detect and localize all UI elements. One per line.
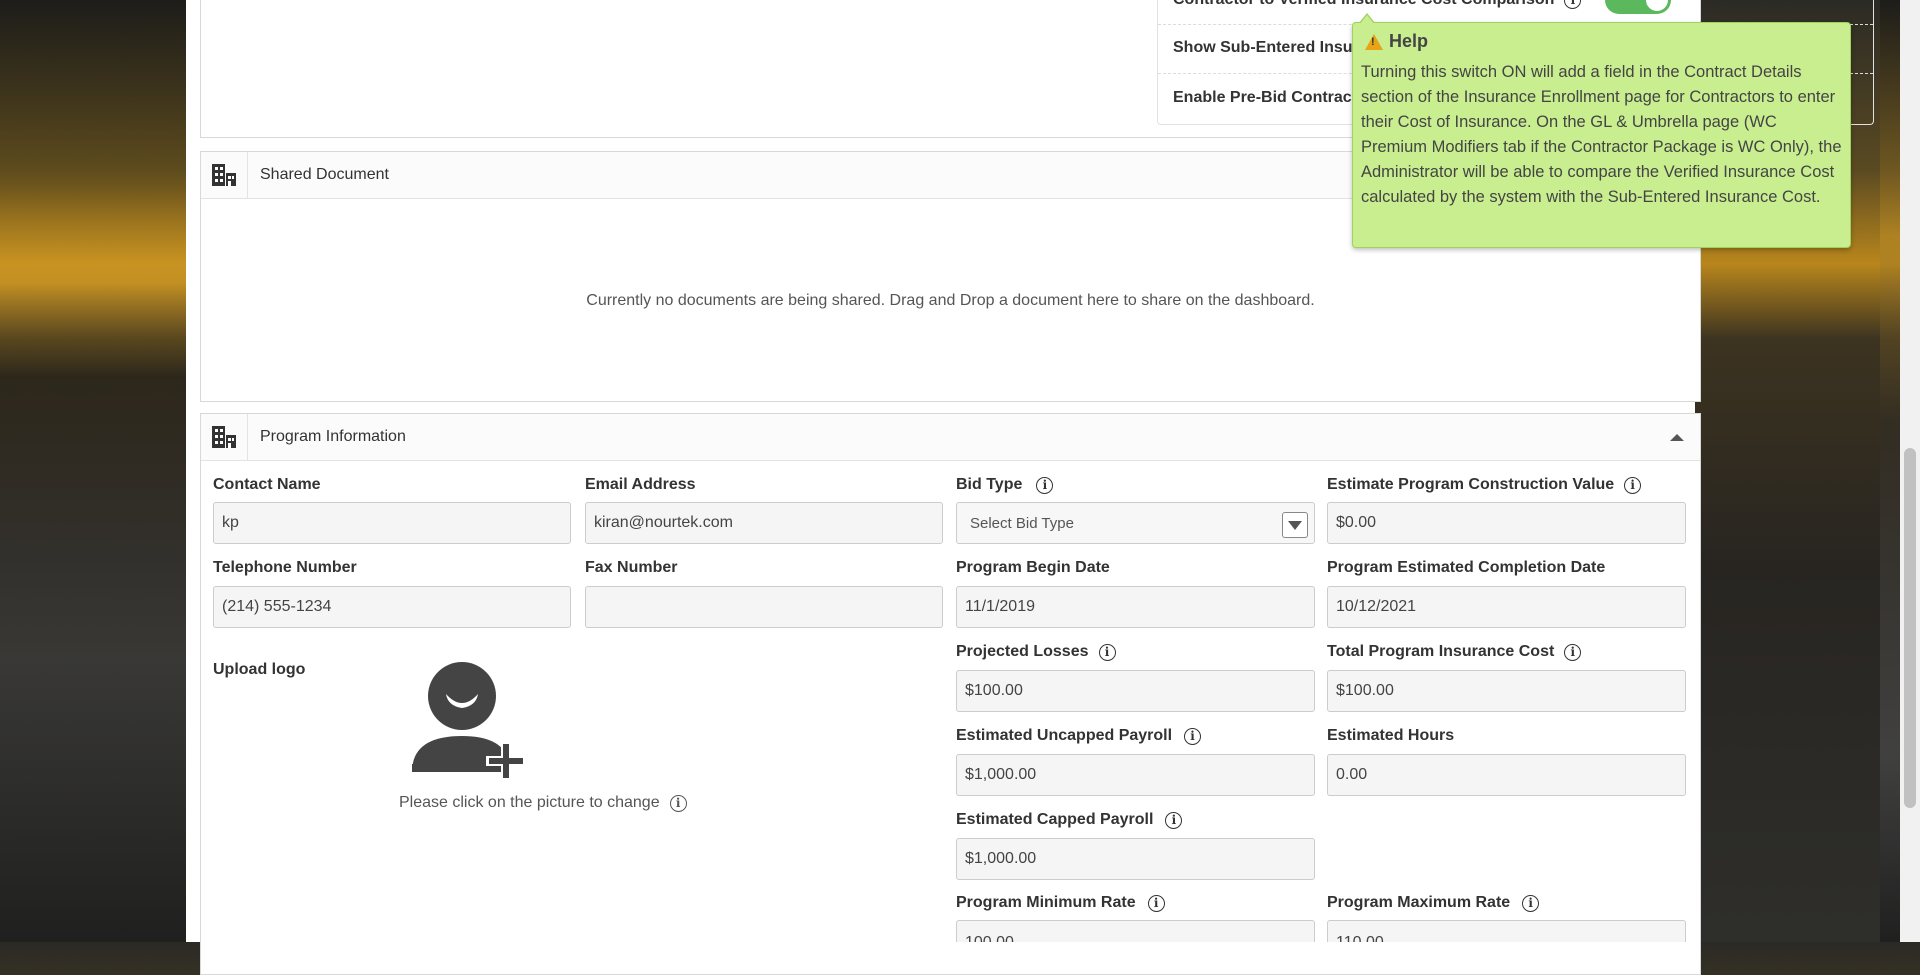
- estimated-uncapped-payroll-input[interactable]: $1,000.00: [956, 754, 1315, 796]
- chevron-up-icon[interactable]: [1670, 434, 1684, 441]
- projected-losses-label: Projected Losses i: [956, 643, 1116, 661]
- shared-document-dropzone[interactable]: Currently no documents are being shared.…: [201, 292, 1700, 310]
- setting-label: Contractor to Verified Insurance Cost Co…: [1173, 0, 1554, 9]
- help-tooltip: Help Turning this switch ON will add a f…: [1352, 13, 1851, 248]
- program-begin-date-label: Program Begin Date: [956, 559, 1110, 576]
- total-insurance-cost-input[interactable]: $100.00: [1327, 670, 1686, 712]
- upload-logo-label: Upload logo: [213, 661, 306, 678]
- email-address-label: Email Address: [585, 476, 696, 493]
- telephone-number-input[interactable]: (214) 555-1234: [213, 586, 571, 628]
- program-maximum-rate-label: Program Maximum Rate i: [1327, 894, 1540, 912]
- program-maximum-rate-input[interactable]: 110.00: [1327, 920, 1686, 942]
- help-body: Turning this switch ON will add a field …: [1361, 63, 1842, 206]
- info-icon[interactable]: i: [1624, 476, 1642, 494]
- background-scenery-left: [0, 0, 200, 942]
- info-icon[interactable]: i: [1184, 727, 1202, 745]
- fax-number-input[interactable]: [585, 586, 943, 628]
- building-icon: [201, 152, 248, 198]
- program-minimum-rate-label: Program Minimum Rate i: [956, 894, 1165, 912]
- bid-type-selected: Select Bid Type: [970, 514, 1074, 532]
- bid-type-label: Bid Type i: [956, 476, 1054, 494]
- info-icon[interactable]: i: [1564, 643, 1582, 661]
- user-add-icon[interactable]: [410, 660, 528, 782]
- estimate-construction-value-label: Estimate Program Construction Value i: [1327, 476, 1642, 494]
- estimated-uncapped-payroll-label: Estimated Uncapped Payroll i: [956, 727, 1202, 745]
- upload-hint: Please click on the picture to change i: [399, 794, 687, 812]
- bid-type-select[interactable]: Select Bid Type: [956, 502, 1315, 544]
- card-title: Program Information: [260, 428, 406, 445]
- estimated-hours-input[interactable]: 0.00: [1327, 754, 1686, 796]
- contact-name-label: Contact Name: [213, 476, 321, 493]
- telephone-number-label: Telephone Number: [213, 559, 357, 576]
- program-completion-date-label: Program Estimated Completion Date: [1327, 559, 1606, 576]
- card-header[interactable]: Program Information: [201, 414, 1700, 461]
- setting-row-verified-cost-comparison: Contractor to Verified Insurance Cost Co…: [1173, 0, 1582, 24]
- info-icon[interactable]: i: [1165, 811, 1183, 829]
- info-icon[interactable]: i: [1036, 476, 1054, 494]
- info-icon[interactable]: i: [1564, 0, 1582, 9]
- program-begin-date-input[interactable]: 11/1/2019: [956, 586, 1315, 628]
- info-icon[interactable]: i: [1098, 643, 1116, 661]
- page-scrollbar[interactable]: [1900, 0, 1920, 942]
- projected-losses-input[interactable]: $100.00: [956, 670, 1315, 712]
- help-title: Help: [1365, 31, 1842, 52]
- estimated-capped-payroll-input[interactable]: $1,000.00: [956, 838, 1315, 880]
- email-address-input[interactable]: kiran@nourtek.com: [585, 502, 943, 544]
- toggle-knob: [1646, 0, 1668, 11]
- estimated-capped-payroll-label: Estimated Capped Payroll i: [956, 811, 1183, 829]
- building-icon: [201, 414, 248, 460]
- program-minimum-rate-input[interactable]: 100.00: [956, 920, 1315, 942]
- contact-name-input[interactable]: kp: [213, 502, 571, 544]
- total-insurance-cost-label: Total Program Insurance Cost i: [1327, 643, 1582, 661]
- info-icon[interactable]: i: [1147, 894, 1165, 912]
- estimated-hours-label: Estimated Hours: [1327, 727, 1455, 744]
- toggle-switch[interactable]: [1605, 0, 1671, 14]
- program-completion-date-input[interactable]: 10/12/2021: [1327, 586, 1686, 628]
- warning-icon: [1365, 33, 1383, 50]
- fax-number-label: Fax Number: [585, 559, 678, 576]
- estimate-construction-value-input[interactable]: $0.00: [1327, 502, 1686, 544]
- info-icon[interactable]: i: [1522, 894, 1540, 912]
- scrollbar-thumb[interactable]: [1904, 448, 1916, 808]
- info-icon[interactable]: i: [669, 794, 687, 812]
- card-title: Shared Document: [260, 166, 389, 183]
- chevron-down-icon[interactable]: [1282, 512, 1308, 538]
